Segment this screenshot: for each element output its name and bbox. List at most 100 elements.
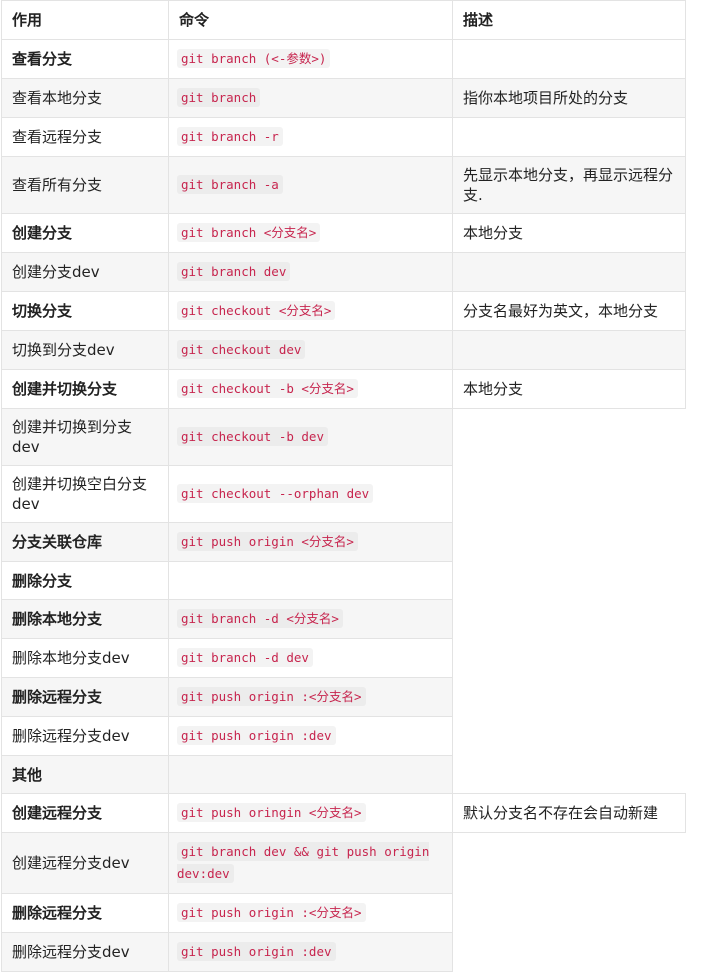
action-cell: 查看分支 (1, 39, 169, 79)
command-cell: git branch (168, 78, 453, 118)
command-code: git checkout dev (177, 340, 306, 359)
description-cell: 先显示本地分支，再显示远程分支. (452, 156, 686, 214)
action-cell: 创建并切换分支 (1, 369, 169, 409)
description-cell (452, 561, 686, 600)
git-branch-table: 作用 命令 描述 查看分支 git branch (<-参数>) 查看本地分支 git… (1, 0, 686, 972)
action-cell: 删除本地分支 (1, 599, 169, 639)
command-code: git branch -r (177, 127, 283, 146)
table-row: 其他 (1, 755, 686, 794)
table-row: 删除远程分支dev git push origin :dev (1, 932, 686, 972)
action-cell: 其他 (1, 755, 169, 794)
table-row: 查看本地分支 git branch 指你本地项目所处的分支 (1, 78, 686, 118)
command-cell (168, 755, 453, 794)
description-cell (452, 932, 686, 972)
action-cell: 删除远程分支dev (1, 932, 169, 972)
command-code: git branch (177, 88, 261, 107)
description-cell: 分支名最好为英文，本地分支 (452, 291, 686, 331)
action-cell: 切换分支 (1, 291, 169, 331)
description-cell (452, 638, 686, 678)
command-code: git branch dev (177, 262, 291, 281)
description-cell: 默认分支名不存在会自动新建 (452, 793, 686, 833)
command-code: git push origin :<分支名> (177, 903, 366, 922)
command-cell: git push origin :<分支名> (168, 893, 453, 933)
command-cell: git push origin :dev (168, 716, 453, 756)
command-cell: git branch -a (168, 156, 453, 214)
description-cell (452, 117, 686, 157)
header-row: 作用 命令 描述 (1, 0, 686, 40)
command-code: git branch -d <分支名> (177, 609, 343, 628)
description-cell (452, 465, 686, 523)
command-code: git push origin <分支名> (177, 532, 358, 551)
action-cell: 查看远程分支 (1, 117, 169, 157)
command-code: git checkout -b <分支名> (177, 379, 358, 398)
description-cell (452, 599, 686, 639)
command-cell: git push origin :dev (168, 932, 453, 972)
action-cell: 删除分支 (1, 561, 169, 600)
action-cell: 查看本地分支 (1, 78, 169, 118)
command-code: git branch (<-参数>) (177, 49, 331, 68)
table-row: 切换到分支dev git checkout dev (1, 330, 686, 370)
description-cell: 指你本地项目所处的分支 (452, 78, 686, 118)
command-code: git checkout <分支名> (177, 301, 336, 320)
description-cell (452, 893, 686, 933)
command-code: git branch -a (177, 175, 283, 194)
description-cell: 本地分支 (452, 369, 686, 409)
description-cell (452, 39, 686, 79)
action-cell: 切换到分支dev (1, 330, 169, 370)
command-code: git push oringin <分支名> (177, 803, 366, 822)
command-cell: git branch dev && git push origin dev:de… (168, 832, 453, 894)
table-body: 查看分支 git branch (<-参数>) 查看本地分支 git branch 指你… (1, 39, 686, 972)
command-cell: git checkout dev (168, 330, 453, 370)
description-cell: 本地分支 (452, 213, 686, 253)
table-row: 创建远程分支dev git branch dev && git push orig… (1, 832, 686, 894)
table-row: 删除分支 (1, 561, 686, 600)
table-row: 查看分支 git branch (<-参数>) (1, 39, 686, 79)
command-code: git checkout --orphan dev (177, 484, 374, 503)
table-row: 创建分支 git branch <分支名> 本地分支 (1, 213, 686, 253)
command-cell: git branch dev (168, 252, 453, 292)
header-description: 描述 (452, 0, 686, 40)
command-code: git push origin :dev (177, 726, 336, 745)
command-cell (168, 561, 453, 600)
header-command: 命令 (168, 0, 453, 40)
command-cell: git push origin :<分支名> (168, 677, 453, 717)
table-row: 创建并切换空白分支dev git checkout --orphan dev (1, 465, 686, 523)
description-cell (452, 755, 686, 794)
table-row: 分支关联仓库 git push origin <分支名> (1, 522, 686, 562)
table-row: 删除远程分支 git push origin :<分支名> (1, 677, 686, 717)
description-cell (452, 408, 686, 466)
action-cell: 查看所有分支 (1, 156, 169, 214)
header-action: 作用 (1, 0, 169, 40)
command-cell: git push origin <分支名> (168, 522, 453, 562)
table-row: 删除本地分支dev git branch -d dev (1, 638, 686, 678)
command-code: git branch dev && git push origin dev:de… (177, 842, 430, 883)
command-cell: git branch (<-参数>) (168, 39, 453, 79)
command-code: git checkout -b dev (177, 427, 328, 446)
action-cell: 创建远程分支 (1, 793, 169, 833)
table-row: 删除远程分支 git push origin :<分支名> (1, 893, 686, 933)
action-cell: 创建分支 (1, 213, 169, 253)
action-cell: 分支关联仓库 (1, 522, 169, 562)
table-row: 创建分支dev git branch dev (1, 252, 686, 292)
table-row: 查看所有分支 git branch -a 先显示本地分支，再显示远程分支. (1, 156, 686, 214)
table-row: 创建远程分支 git push oringin <分支名> 默认分支名不存在会自动新… (1, 793, 686, 833)
description-cell (452, 330, 686, 370)
table-row: 切换分支 git checkout <分支名> 分支名最好为英文，本地分支 (1, 291, 686, 331)
command-cell: git branch -d dev (168, 638, 453, 678)
command-cell: git checkout --orphan dev (168, 465, 453, 523)
action-cell: 删除远程分支dev (1, 716, 169, 756)
command-code: git branch -d dev (177, 648, 313, 667)
command-cell: git branch -d <分支名> (168, 599, 453, 639)
description-cell (452, 522, 686, 562)
action-cell: 创建分支dev (1, 252, 169, 292)
action-cell: 删除本地分支dev (1, 638, 169, 678)
table-row: 创建并切换分支 git checkout -b <分支名> 本地分支 (1, 369, 686, 409)
description-cell (452, 677, 686, 717)
command-code: git push origin :<分支名> (177, 687, 366, 706)
command-cell: git checkout -b <分支名> (168, 369, 453, 409)
action-cell: 创建并切换空白分支dev (1, 465, 169, 523)
description-cell (452, 252, 686, 292)
table-row: 查看远程分支 git branch -r (1, 117, 686, 157)
command-code: git branch <分支名> (177, 223, 321, 242)
command-code: git push origin :dev (177, 942, 336, 961)
